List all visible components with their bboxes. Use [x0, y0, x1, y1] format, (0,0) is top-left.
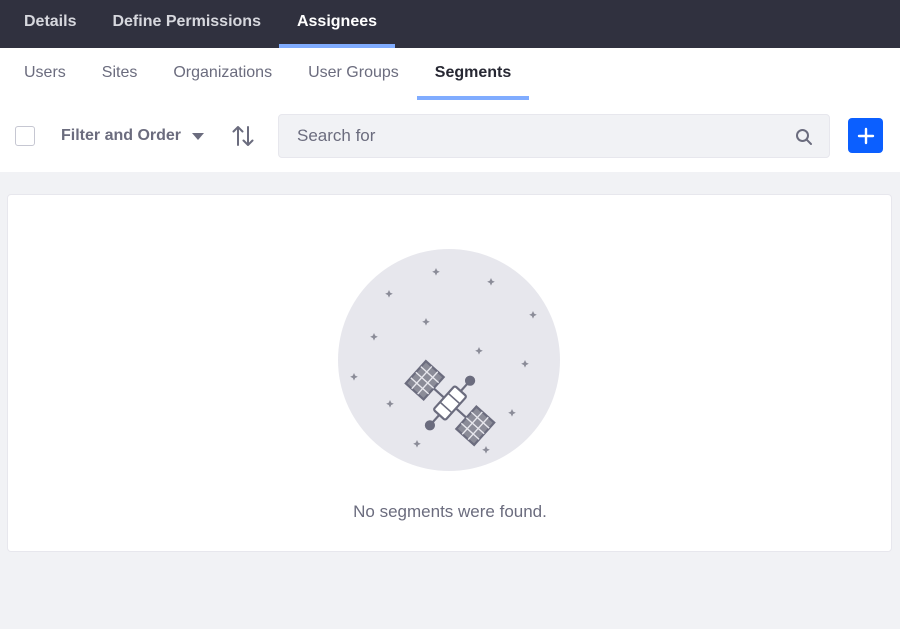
top-navigation: Details Define Permissions Assignees	[0, 0, 900, 48]
search-icon[interactable]	[795, 128, 813, 146]
caret-down-icon	[192, 132, 205, 140]
tab-assignees[interactable]: Assignees	[278, 0, 396, 48]
sort-button[interactable]	[230, 124, 256, 148]
search-input[interactable]	[279, 115, 829, 157]
tab-users[interactable]: Users	[6, 48, 84, 100]
tab-label: Segments	[434, 64, 512, 81]
filter-and-order-dropdown[interactable]: Filter and Order	[61, 125, 205, 147]
tab-segments[interactable]: Segments	[416, 48, 530, 100]
tab-label: Details	[24, 13, 77, 30]
plus-icon	[857, 127, 874, 144]
tab-label: User Groups	[308, 64, 399, 81]
tab-label: Organizations	[173, 64, 273, 81]
tab-define-permissions[interactable]: Define Permissions	[94, 0, 279, 48]
assignee-type-navigation: Users Sites Organizations User Groups Se…	[0, 48, 900, 100]
tab-label: Define Permissions	[112, 13, 261, 30]
satellite-illustration	[338, 249, 560, 471]
tab-details[interactable]: Details	[6, 0, 94, 48]
tab-sites[interactable]: Sites	[84, 48, 156, 100]
tab-label: Sites	[101, 64, 138, 81]
sort-arrows-icon	[232, 126, 254, 146]
tab-label: Assignees	[296, 13, 378, 30]
tab-user-groups[interactable]: User Groups	[290, 48, 417, 100]
empty-state-message: No segments were found.	[353, 502, 547, 521]
select-all-checkbox[interactable]	[15, 126, 35, 146]
add-button[interactable]	[848, 118, 883, 153]
filter-label: Filter and Order	[61, 127, 182, 144]
tab-label: Users	[24, 64, 66, 81]
tab-organizations[interactable]: Organizations	[155, 48, 290, 100]
search-bar	[278, 114, 830, 158]
